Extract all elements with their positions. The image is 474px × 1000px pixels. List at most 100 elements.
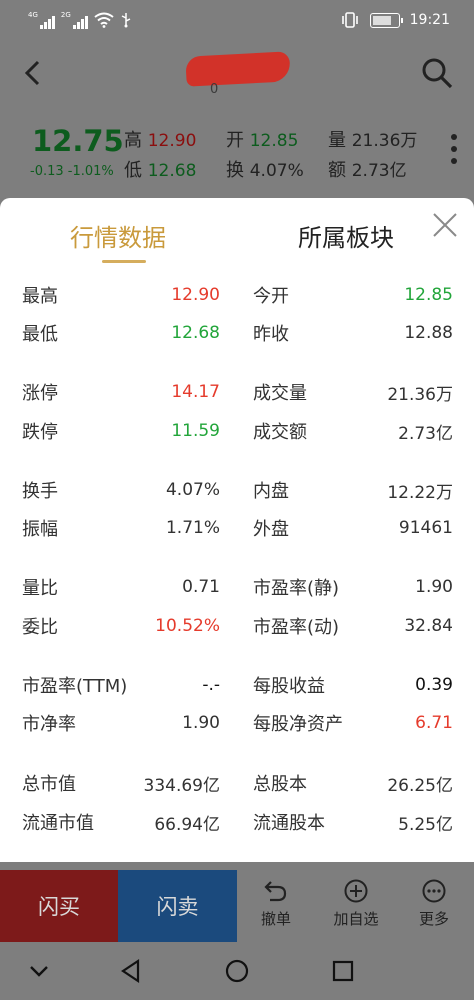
label-prev-close: 昨收 <box>253 324 289 345</box>
row-prev-close: 昨收 12.88 <box>253 320 453 346</box>
stock-name-redacted <box>185 51 291 87</box>
value-float-shares: 5.25亿 <box>398 814 453 835</box>
value-amplitude: 1.71% <box>165 518 220 538</box>
quote-volume: 量 21.36万 <box>328 126 417 152</box>
more-button[interactable]: 更多 <box>396 878 472 929</box>
row-limit-down: 跌停 11.59 <box>22 418 220 444</box>
row-eps: 每股收益 0.39 <box>253 672 453 698</box>
tab-market-data[interactable]: 行情数据 <box>70 218 166 253</box>
quote-turnover-value: 4.07% <box>249 161 304 181</box>
tab-sectors[interactable]: 所属板块 <box>298 218 394 253</box>
value-pb: 1.90 <box>182 713 220 733</box>
label-low: 最低 <box>22 324 58 345</box>
value-limit-up: 14.17 <box>171 382 220 402</box>
row-volume: 成交量 21.36万 <box>253 379 453 405</box>
vibrate-icon <box>341 12 358 28</box>
label-limit-up: 涨停 <box>22 383 58 404</box>
row-pe-static: 市盈率(静) 1.90 <box>253 574 453 600</box>
quote-high: 高 12.90 <box>124 126 196 152</box>
label-pe-dynamic: 市盈率(动) <box>253 617 340 638</box>
signal-2g: 2G <box>60 10 88 29</box>
row-high: 最高 12.90 <box>22 282 220 308</box>
status-right: 19:21 <box>340 12 450 28</box>
label-high: 最高 <box>22 286 58 307</box>
quote-low-label: 低 <box>124 160 142 181</box>
quote-summary: 12.75 -0.13 -1.01% 高 12.90 低 12.68 开 12.… <box>0 106 474 198</box>
value-pe-dynamic: 32.84 <box>404 616 453 636</box>
nav-recents-icon[interactable] <box>328 956 358 986</box>
label-float-cap: 流通市值 <box>22 813 94 834</box>
value-turnover: 4.07% <box>165 480 220 500</box>
quote-volume-value: 21.36万 <box>351 131 418 151</box>
signal-bars-icon <box>72 15 88 29</box>
change-percent: -1.01% <box>67 164 114 179</box>
flash-buy-button[interactable]: 闪买 <box>0 870 118 942</box>
more-dots-icon[interactable] <box>450 134 458 170</box>
system-nav-bar <box>0 942 474 1000</box>
quote-low-value: 12.68 <box>147 161 197 181</box>
quote-volume-label: 量 <box>328 130 346 151</box>
label-pe-ttm: 市盈率(TTM) <box>22 676 128 697</box>
cancel-order-button[interactable]: 撤单 <box>238 878 314 929</box>
signal-bars-icon <box>39 15 55 29</box>
label-eps: 每股收益 <box>253 676 325 697</box>
label-pe-static: 市盈率(静) <box>253 578 340 599</box>
label-outer-volume: 外盘 <box>253 519 289 540</box>
more-circle-icon <box>422 879 446 903</box>
quote-high-value: 12.90 <box>147 131 197 151</box>
row-outer-volume: 外盘 91461 <box>253 515 453 541</box>
tab-underline <box>102 260 146 263</box>
row-pb: 市净率 1.90 <box>22 710 220 736</box>
chevron-down-icon[interactable] <box>24 956 54 986</box>
value-market-cap: 334.69亿 <box>143 775 220 796</box>
quote-high-label: 高 <box>124 130 142 151</box>
add-watchlist-button[interactable]: 加自选 <box>318 878 394 929</box>
value-pe-ttm: -.- <box>202 675 220 695</box>
quote-turnover: 换 4.07% <box>226 156 304 182</box>
more-label: 更多 <box>418 910 449 928</box>
price-change: -0.13 -1.01% <box>30 164 114 179</box>
status-bar: 4G 2G 19:21 <box>0 0 474 40</box>
row-pe-dynamic: 市盈率(动) 32.84 <box>253 613 453 639</box>
nav-back-icon[interactable] <box>116 956 146 986</box>
value-limit-down: 11.59 <box>171 421 220 441</box>
quote-amount-label: 额 <box>328 160 346 181</box>
row-market-cap: 总市值 334.69亿 <box>22 770 220 796</box>
value-low: 12.68 <box>171 323 220 343</box>
value-prev-close: 12.88 <box>404 323 453 343</box>
row-total-shares: 总股本 26.25亿 <box>253 770 453 796</box>
undo-icon <box>264 881 287 902</box>
action-bar: 闪买 闪卖 撤单 加自选 更多 <box>0 870 474 942</box>
close-icon[interactable] <box>432 212 458 238</box>
label-commission-ratio: 委比 <box>22 617 58 638</box>
value-amount: 2.73亿 <box>398 423 453 444</box>
quote-open-value: 12.85 <box>249 131 299 151</box>
value-high: 12.90 <box>171 285 220 305</box>
back-arrow-icon[interactable] <box>18 58 48 88</box>
label-pb: 市净率 <box>22 714 76 735</box>
quote-low: 低 12.68 <box>124 156 196 182</box>
label-volume: 成交量 <box>253 383 307 404</box>
row-volume-ratio: 量比 0.71 <box>22 574 220 600</box>
network-type-2: 2G <box>60 10 71 19</box>
label-market-cap: 总市值 <box>22 774 76 795</box>
value-volume-ratio: 0.71 <box>182 577 220 597</box>
usb-icon <box>121 13 131 28</box>
current-price: 12.75 <box>32 124 124 158</box>
flash-sell-button[interactable]: 闪卖 <box>118 870 237 942</box>
row-low: 最低 12.68 <box>22 320 220 346</box>
label-total-shares: 总股本 <box>253 774 307 795</box>
row-float-cap: 流通市值 66.94亿 <box>22 809 220 835</box>
row-limit-up: 涨停 14.17 <box>22 379 220 405</box>
battery-icon <box>369 12 403 28</box>
value-total-shares: 26.25亿 <box>387 775 453 796</box>
add-watchlist-label: 加自选 <box>333 910 379 928</box>
nav-home-icon[interactable] <box>222 956 252 986</box>
row-pe-ttm: 市盈率(TTM) -.- <box>22 672 220 698</box>
stock-code: 0 <box>210 82 219 97</box>
search-icon[interactable] <box>420 56 454 90</box>
quote-amount: 额 2.73亿 <box>328 156 407 182</box>
value-open: 12.85 <box>404 285 453 305</box>
label-turnover: 换手 <box>22 481 58 502</box>
add-circle-icon <box>344 879 368 903</box>
